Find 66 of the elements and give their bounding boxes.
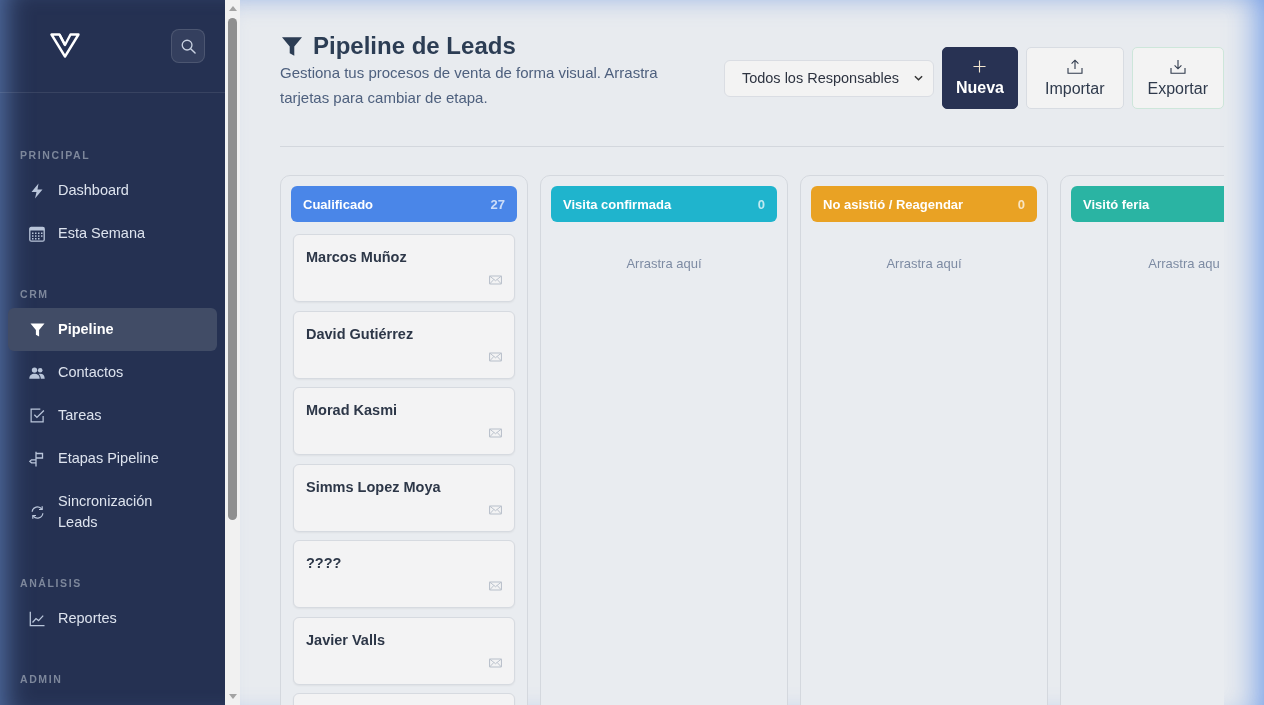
plus-icon [973, 59, 987, 73]
drop-hint: Arrastra aquí [885, 255, 963, 273]
drop-hint: Arrastra aquí [625, 255, 703, 273]
funnel-icon [29, 322, 45, 337]
sidebar-item[interactable]: Reportes [8, 597, 217, 640]
stage-title: Visitó feria [1083, 196, 1150, 212]
envelope-icon [489, 428, 502, 438]
chevron-down-icon [913, 75, 923, 81]
scrollbar-thumb[interactable] [228, 18, 237, 520]
lightning-icon [31, 182, 43, 199]
calendar-icon [29, 225, 45, 242]
stage-title: No asistió / Reagendar [823, 196, 964, 212]
section-heading: PRINCIPAL [20, 148, 91, 162]
lead-card[interactable]: Marcos Muñoz [293, 234, 515, 302]
lead-name: Morad Kasmi [306, 401, 398, 420]
lead-name: Marcos Muñoz [306, 248, 407, 267]
sidebar-item[interactable]: Pipeline [8, 308, 217, 351]
export-button[interactable]: Exportar [1131, 47, 1224, 109]
sync-icon [29, 504, 45, 520]
lead-card[interactable]: David Gutiérrez [293, 310, 515, 379]
stage-count: 0 [1017, 196, 1025, 212]
envelope-icon [489, 504, 502, 515]
section-heading: CRM [20, 287, 49, 301]
lead-name: Simms Lopez Moya [306, 477, 441, 497]
people-icon [29, 366, 45, 379]
section-heading: ADMIN [20, 672, 63, 686]
scroll-down-arrow-icon[interactable] [228, 694, 237, 699]
sidebar-item[interactable]: Esta Semana [8, 212, 217, 255]
scroll-up-arrow-icon[interactable] [228, 6, 237, 11]
line-chart-icon [29, 610, 45, 627]
sidebar-item[interactable]: Sincronización Leads [8, 480, 217, 544]
stage-title: Cualificado [303, 196, 374, 212]
envelope-icon [489, 581, 502, 591]
import-button[interactable]: Importar [1025, 47, 1124, 109]
envelope-icon [489, 351, 502, 362]
lead-name: Javier Valls [306, 630, 385, 650]
upload-icon [1066, 58, 1083, 74]
search-icon [180, 38, 196, 54]
envelope-icon [489, 657, 502, 668]
download-icon [1169, 58, 1186, 74]
sidebar-item[interactable]: Etapas Pipeline [8, 437, 217, 480]
page-title: Pipeline de Leads [313, 32, 516, 60]
checkbox-icon [29, 408, 45, 423]
section-heading: ANÁLISIS [20, 576, 82, 590]
stage-count: 0 [757, 196, 765, 212]
lead-card[interactable]: ???? [293, 540, 515, 608]
sidebar-item[interactable]: Dashboard [8, 169, 217, 212]
lead-name: David Gutiérrez [306, 324, 414, 344]
envelope-icon [489, 275, 502, 285]
drop-hint: Arrastra aqu [1147, 255, 1221, 273]
owner-select[interactable]: Todos los Responsables [723, 59, 934, 97]
sidebar-item[interactable]: Contactos [8, 351, 217, 394]
page-subtitle: Gestiona tus procesos de venta de forma visual. Arrastra tarjetas para cambiar de etapa. [280, 63, 659, 108]
new-button[interactable]: Nueva [941, 47, 1018, 109]
lead-name: ???? [306, 554, 342, 573]
funnel-icon [282, 36, 302, 56]
lead-card[interactable]: Simms Lopez Moya [293, 463, 515, 532]
lead-card[interactable]: Javier Valls [293, 616, 515, 685]
signpost-icon [29, 450, 45, 467]
logo-icon [50, 32, 80, 58]
stage-title: Visita confirmada [563, 196, 672, 212]
stage-count: 27 [490, 196, 505, 212]
lead-card[interactable]: Morad Kasmi [293, 387, 515, 455]
search-button[interactable] [171, 29, 205, 63]
sidebar-item[interactable]: Tareas [8, 394, 217, 437]
scrollbar[interactable] [225, 0, 240, 705]
